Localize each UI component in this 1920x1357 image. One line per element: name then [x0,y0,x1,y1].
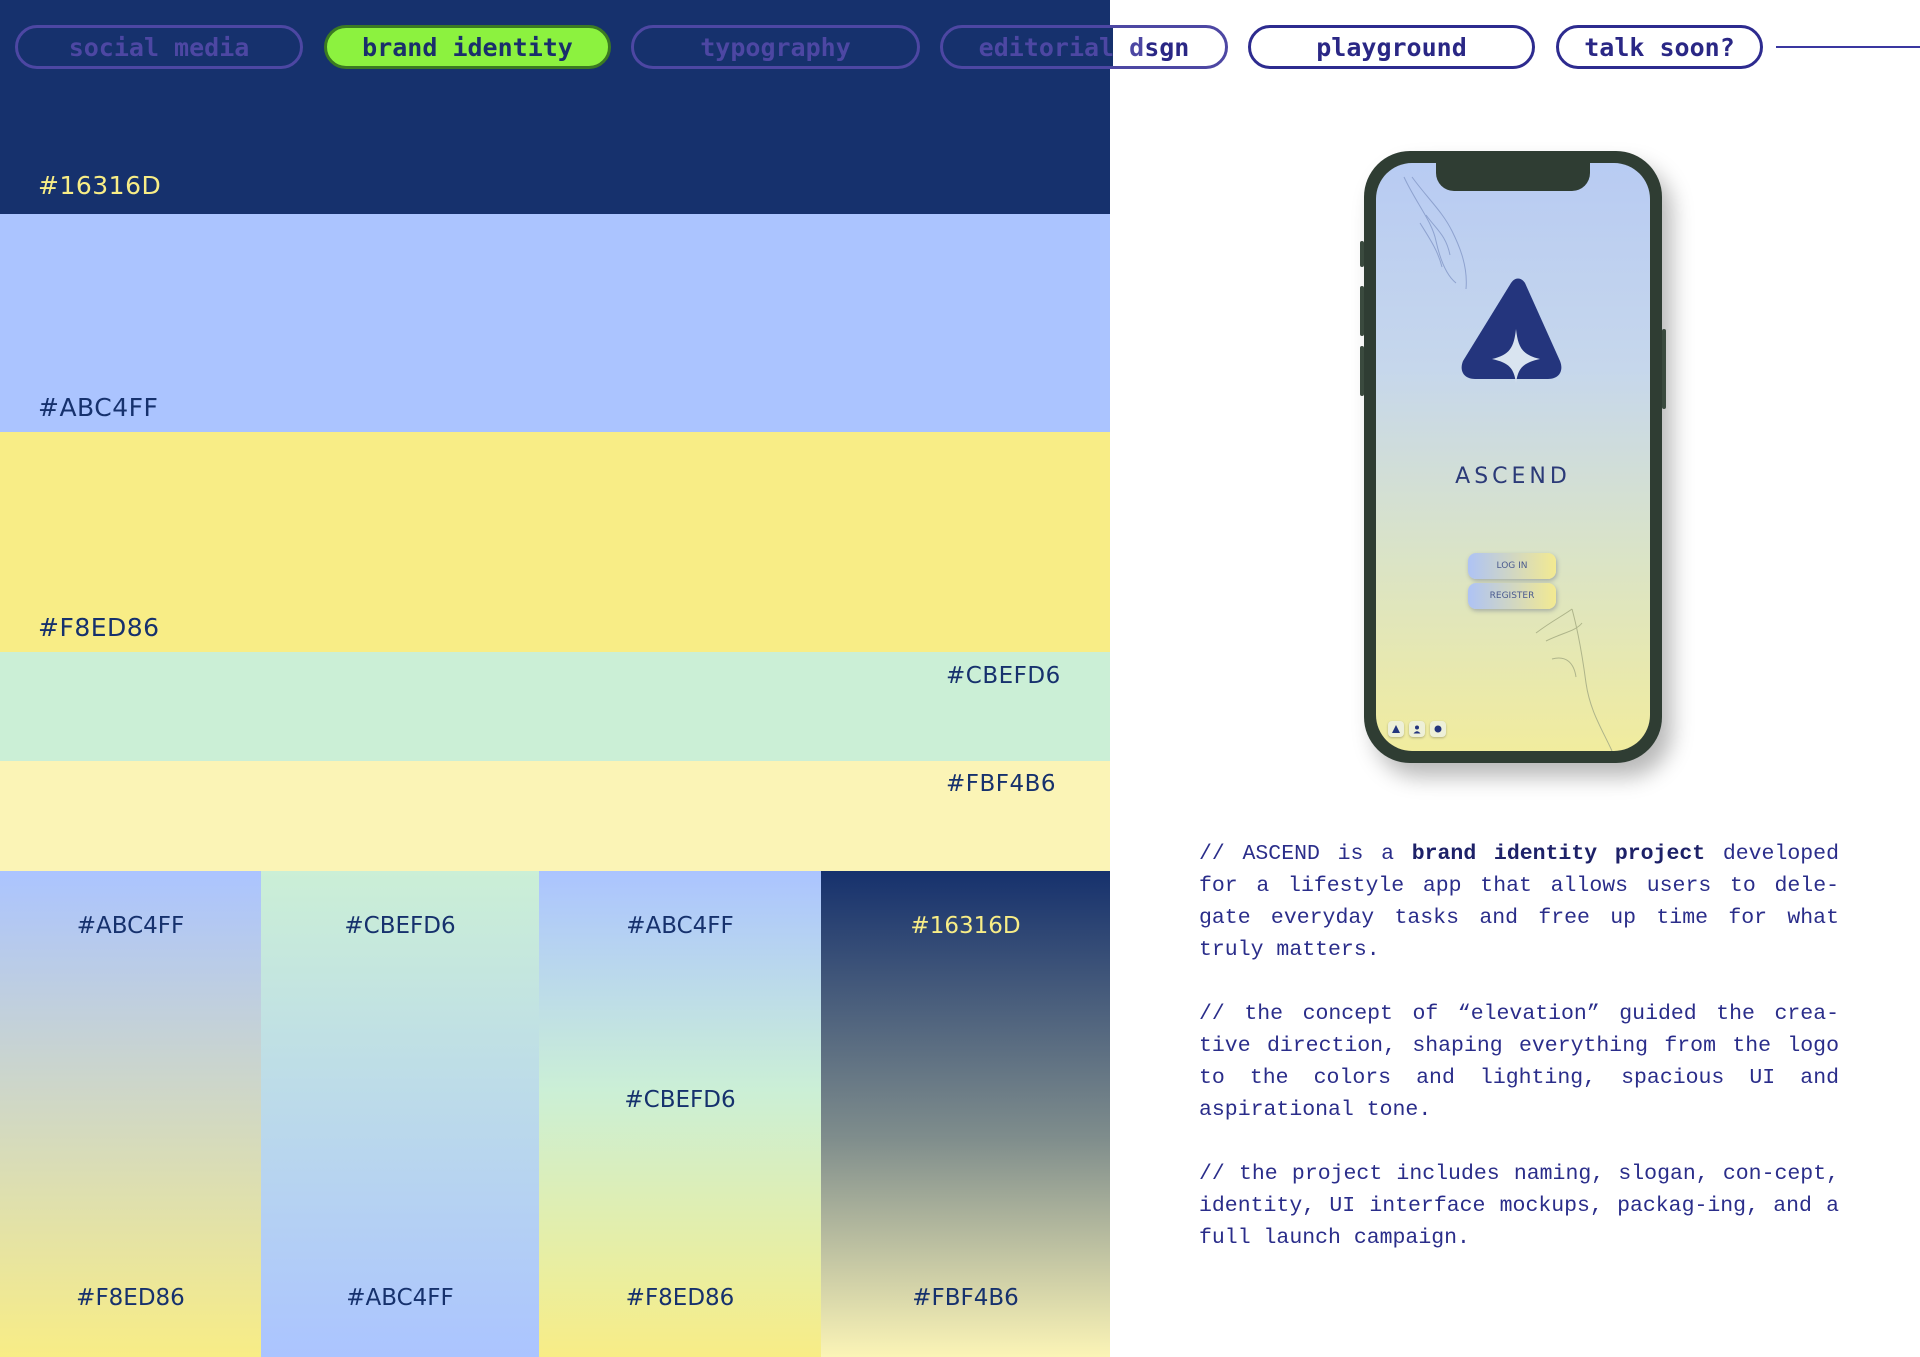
description-highlight: brand identity project [1411,842,1706,866]
swatch-band-cream: #FBF4B6 [0,761,1110,871]
register-button[interactable]: REGISTER [1468,583,1556,609]
description-paragraph-3: // the project includes naming, slogan, … [1199,1162,1839,1250]
gradient-label: #ABC4FF [76,913,185,939]
swatch-label: #FBF4B6 [946,771,1057,797]
description-paragraph-2: // the concept of “elevation” guided the… [1199,1002,1839,1122]
swatch-label: #ABC4FF [38,393,159,422]
swatch-band-blue: #ABC4FF [0,214,1110,432]
gradient-label: #F8ED86 [625,1285,735,1311]
gradient-column-4: #16316D #FBF4B6 [821,871,1110,1357]
gradient-label: #CBEFD6 [624,1087,736,1113]
gradient-label: #ABC4FF [346,1285,454,1311]
phone-power-button [1662,329,1666,409]
triangle-icon[interactable] [1388,721,1404,737]
nav-playground[interactable]: playground [1248,25,1535,69]
description-text: // ASCEND is a [1199,842,1412,866]
gradient-label: #16316D [910,913,1021,939]
gradient-label: #CBEFD6 [344,913,456,939]
swatch-band-yellow: #F8ED86 [0,432,1110,652]
swatch-band-mint: #CBEFD6 [0,652,1110,761]
nav-typography[interactable]: typography [631,25,920,69]
swatch-label: #CBEFD6 [946,663,1061,689]
dot-icon[interactable] [1430,721,1446,737]
gradient-column-1: #ABC4FF #F8ED86 [0,871,261,1357]
gradient-column-3: #ABC4FF #CBEFD6 #F8ED86 [539,871,821,1357]
phone-side-button [1360,346,1364,396]
gradient-label: #FBF4B6 [912,1285,1019,1311]
phone-screen: ASCEND LOG IN REGISTER [1376,163,1650,751]
gradient-column-2: #CBEFD6 #ABC4FF [261,871,539,1357]
nav-editorial-design[interactable]: editorial dsgn [940,25,1228,69]
palette-panel: #16316D #ABC4FF #F8ED86 #CBEFD6 #FBF4B6 … [0,0,1110,1357]
nav-divider-line [1776,46,1920,48]
phone-side-button [1360,241,1364,267]
project-description: // ASCEND is a brand identity project de… [1199,838,1839,1286]
description-paragraph-1: // ASCEND is a brand identity project de… [1199,838,1839,966]
person-icon[interactable] [1409,721,1425,737]
nav-editorial-label: editorial dsgn [978,32,1190,62]
gradient-label: #ABC4FF [626,913,734,939]
app-name: ASCEND [1455,464,1571,489]
phone-side-button [1360,286,1364,336]
nav-brand-identity[interactable]: brand identity [324,25,611,69]
nav-social-media[interactable]: social media [15,25,303,69]
nav-talk-soon[interactable]: talk soon? [1556,25,1763,69]
swatch-label: #16316D [38,171,162,200]
phone-mockup: ASCEND LOG IN REGISTER [1360,151,1666,763]
swatch-label: #F8ED86 [38,613,160,642]
gradient-label: #F8ED86 [76,1285,185,1311]
login-button[interactable]: LOG IN [1468,553,1556,579]
ascend-logo-icon [1461,278,1562,383]
